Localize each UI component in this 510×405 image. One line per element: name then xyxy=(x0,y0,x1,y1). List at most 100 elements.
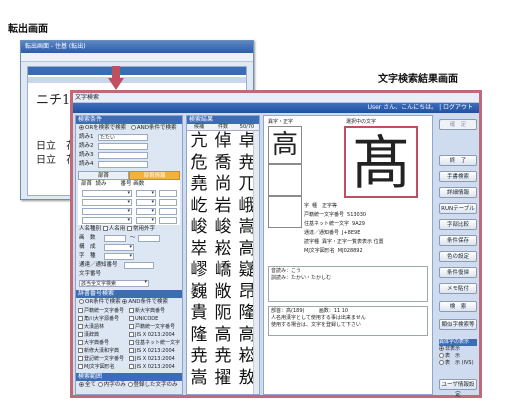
user-bar[interactable]: User さん、こんにちは。 | ログアウト xyxy=(73,103,479,113)
reading-input[interactable]: たたい xyxy=(98,134,148,141)
dict-checkbox[interactable] xyxy=(78,364,83,369)
dict-checkbox[interactable] xyxy=(78,316,83,321)
variant-display-radio[interactable] xyxy=(439,360,444,365)
kanji-candidate[interactable]: 堯 xyxy=(187,174,211,196)
action-button-b6[interactable]: 条件保存 xyxy=(439,235,477,246)
tab-radical[interactable]: 部首 xyxy=(78,171,129,180)
mode-or-radio[interactable] xyxy=(79,125,84,130)
strokes-from[interactable] xyxy=(104,235,126,242)
radical-select[interactable] xyxy=(82,198,132,207)
dict-checkbox[interactable] xyxy=(129,356,134,361)
dict-item[interactable]: 大字典番号 xyxy=(78,339,129,347)
dict-checkbox[interactable] xyxy=(78,332,83,337)
kanji-candidate[interactable]: 倬 xyxy=(211,131,235,153)
kanji-candidate[interactable]: 嶠 xyxy=(211,260,235,282)
dict-item[interactable]: 新大字典番号 xyxy=(129,307,180,315)
kanji-candidate[interactable]: 貴 xyxy=(187,303,211,325)
variant-display-radio[interactable] xyxy=(439,353,444,358)
dict-checkbox[interactable] xyxy=(78,308,83,313)
lookup-select[interactable]: 該当全文字検索 xyxy=(79,279,149,287)
variant-display-radio[interactable] xyxy=(439,346,444,351)
action-button-b7[interactable]: 色の設定 xyxy=(439,251,477,262)
number-select[interactable] xyxy=(136,198,156,207)
variant-display-opt3[interactable]: 表 示 (IVS) xyxy=(439,360,477,367)
strokes-input[interactable] xyxy=(159,217,177,224)
display-inner-radio[interactable] xyxy=(97,382,103,387)
code-select[interactable] xyxy=(104,252,134,261)
dict-checkbox[interactable] xyxy=(129,316,134,321)
dict-or-radio[interactable] xyxy=(79,299,84,304)
radical-select[interactable] xyxy=(82,189,132,198)
kanji-candidate[interactable]: 亢 xyxy=(187,131,211,153)
action-button-b2[interactable]: 手書検索 xyxy=(439,171,477,182)
dict-checkbox[interactable] xyxy=(78,348,83,353)
kanji-candidate[interactable]: 尭 xyxy=(211,346,235,368)
kanji-candidate[interactable]: 崒 xyxy=(187,239,211,261)
kanji-candidate[interactable]: 喬 xyxy=(211,153,235,175)
variant-cell-empty[interactable] xyxy=(268,164,302,196)
radical-select[interactable] xyxy=(82,216,132,225)
dict-checkbox[interactable] xyxy=(129,324,134,329)
kanji-candidate[interactable]: 岩 xyxy=(211,196,235,218)
variant-display-opt2[interactable]: 表 示 xyxy=(439,353,477,360)
action-button-b3[interactable]: 詳細情報 xyxy=(439,187,477,198)
mode-and-radio[interactable] xyxy=(130,125,136,130)
dict-item[interactable]: 登記統一文字番号 xyxy=(78,355,129,363)
dict-checkbox[interactable] xyxy=(78,356,83,361)
number-select[interactable] xyxy=(136,216,156,225)
dict-item[interactable]: JIS X 0213:2004 xyxy=(129,355,180,363)
strokes-to[interactable] xyxy=(138,235,160,242)
action-button-b9[interactable]: メモ貼付 xyxy=(439,283,477,294)
kanji-candidate[interactable]: 危 xyxy=(187,153,211,175)
strokes-input[interactable] xyxy=(159,199,177,206)
variant-display-opt1[interactable]: 非表示 xyxy=(439,346,477,353)
display-registered-radio[interactable] xyxy=(127,382,133,387)
action-button-b8[interactable]: 条件復帰 xyxy=(439,267,477,278)
dict-item[interactable]: 戸籍統一文字番号 xyxy=(78,307,129,315)
kanji-candidate[interactable]: 屹 xyxy=(187,196,211,218)
dict-checkbox[interactable] xyxy=(78,340,83,345)
tab-radical-info[interactable]: 部首情報 xyxy=(129,171,180,180)
reading-input[interactable] xyxy=(98,143,148,150)
dict-item[interactable]: JIS X 0213:2004 xyxy=(129,363,180,371)
kanji-candidate[interactable]: 崧 xyxy=(211,239,235,261)
dict-checkbox[interactable] xyxy=(129,332,134,337)
action-button-b10[interactable]: 検 索 xyxy=(439,301,477,312)
action-button-b11[interactable]: 類似字検索等 xyxy=(439,319,477,330)
kanji-candidate[interactable]: 尭 xyxy=(187,346,211,368)
kanji-candidate[interactable]: 嵺 xyxy=(187,260,211,282)
dict-checkbox[interactable] xyxy=(129,340,134,345)
action-button-b0[interactable]: 確 定 xyxy=(439,119,477,130)
dict-item[interactable]: MJ文字図形名 xyxy=(78,363,129,371)
dict-item[interactable]: UNICODE xyxy=(129,315,180,323)
variant-cell[interactable]: 高 xyxy=(268,126,302,164)
kanji-candidate[interactable]: 阨 xyxy=(211,303,235,325)
dict-item[interactable]: JIS X 0213:2004 xyxy=(129,331,180,339)
dict-checkbox[interactable] xyxy=(78,324,83,329)
name-type-checkbox[interactable] xyxy=(102,226,108,231)
dict-item[interactable]: 漢辞典 xyxy=(78,331,129,339)
notice-input[interactable] xyxy=(124,262,154,269)
number-select[interactable] xyxy=(136,189,156,198)
dict-item[interactable]: 新修大漢和字典 xyxy=(78,347,129,355)
user-settings-button[interactable]: ユーザ情報設定 xyxy=(439,379,477,398)
dict-item[interactable]: JIS X 0213:2004 xyxy=(129,347,180,355)
dict-item[interactable]: 戸籍統一文字番号 xyxy=(129,323,180,331)
reading-input[interactable] xyxy=(98,152,148,159)
dict-checkbox[interactable] xyxy=(129,348,134,353)
kanji-candidate[interactable]: 高 xyxy=(211,325,235,347)
variant-cell-empty[interactable] xyxy=(268,196,302,228)
kanji-candidate[interactable]: 峻 xyxy=(211,217,235,239)
dict-item[interactable]: 大漢語林 xyxy=(78,323,129,331)
kanji-candidate[interactable]: 尚 xyxy=(211,174,235,196)
dict-and-radio[interactable] xyxy=(122,299,128,304)
radical-select[interactable] xyxy=(82,207,132,216)
dict-checkbox[interactable] xyxy=(129,364,134,369)
layout-select[interactable] xyxy=(104,243,134,252)
kanji-candidate[interactable]: 峻 xyxy=(187,217,211,239)
dict-item[interactable]: 住基ネット統一文字コード xyxy=(129,339,180,347)
common-checkbox[interactable] xyxy=(127,226,133,231)
display-all-radio[interactable] xyxy=(79,382,84,387)
dict-item[interactable]: 角川大字源番号 xyxy=(78,315,129,323)
kanji-candidate[interactable]: 嵩 xyxy=(187,368,211,390)
